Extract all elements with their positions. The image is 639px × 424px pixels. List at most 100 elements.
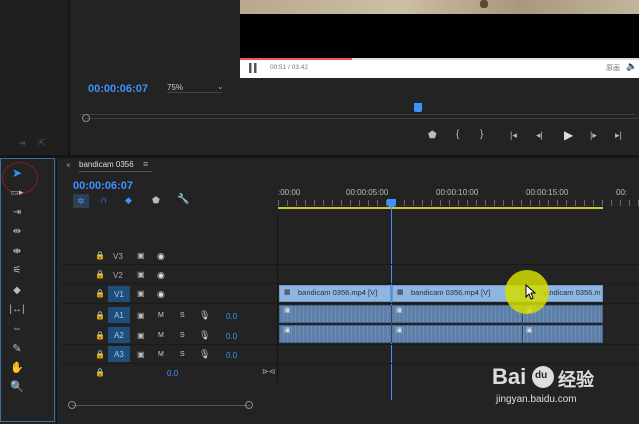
insert-icon[interactable]: ⇥ <box>18 138 26 149</box>
timeline-scroll-handle-left[interactable] <box>68 401 76 409</box>
wrench-icon[interactable]: 🔧 <box>177 194 189 205</box>
track-select-tool-icon[interactable]: ▭▸ <box>8 184 26 200</box>
play-icon[interactable]: ▶ <box>564 128 573 142</box>
sync-a1-icon[interactable]: ▣ <box>137 311 145 320</box>
program-timecode[interactable]: 00:00:06:07 <box>88 83 148 95</box>
sync-v3-icon[interactable]: ▣ <box>137 251 145 260</box>
quality-label[interactable]: 原画 <box>606 63 620 73</box>
add-marker-timeline-icon[interactable]: ◆ <box>125 195 132 206</box>
video-clip-1[interactable]: ▦ bandicam 0356.mp4 [V] <box>279 285 391 302</box>
mark-out-icon[interactable]: } <box>480 129 483 140</box>
fx-icon: ▦ <box>397 289 404 296</box>
sequence-menu-icon[interactable]: ≡ <box>143 159 148 169</box>
track-a1-label[interactable]: A1 <box>108 307 130 323</box>
export-icon[interactable]: ⇱ <box>38 138 46 149</box>
mic-a3-icon[interactable]: 🎙 <box>199 349 210 360</box>
lock-a1-icon[interactable]: 🔒 <box>95 311 105 320</box>
fx-icon: ▣ <box>284 307 291 314</box>
eye-v3-icon[interactable]: ◉ <box>157 251 165 262</box>
hand-tool-icon[interactable]: ✋ <box>8 359 26 375</box>
zoom-tool-icon[interactable]: 🔍 <box>8 378 26 394</box>
lock-v1-icon[interactable]: 🔒 <box>95 289 105 298</box>
work-area-bar[interactable] <box>278 207 603 209</box>
pause-icon[interactable] <box>248 63 258 73</box>
a3-volume[interactable]: 0.0 <box>226 351 237 360</box>
step-back-icon[interactable]: ◂| <box>536 130 543 141</box>
track-a3-label[interactable]: A3 <box>108 346 130 362</box>
monitor-scroll-handle[interactable] <box>82 114 90 122</box>
pen-tool-icon[interactable]: ⇔ <box>8 320 26 336</box>
volume-icon[interactable]: 🔈 <box>626 61 637 72</box>
selection-tool-icon[interactable]: ➤ <box>8 165 26 181</box>
baidu-jingyan-text: 经验 <box>558 370 594 390</box>
monitor-scrub-ruler[interactable] <box>80 106 635 115</box>
ripple-edit-tool-icon[interactable]: ⇥ <box>8 204 26 220</box>
add-marker-icon[interactable]: ⬟ <box>428 130 437 141</box>
audio-clip-a2[interactable] <box>279 325 603 343</box>
audio-clip-a1[interactable] <box>279 305 603 323</box>
track-v1-label[interactable]: V1 <box>108 286 130 302</box>
go-to-in-icon[interactable]: |◂ <box>510 130 517 141</box>
a2-volume[interactable]: 0.0 <box>226 332 237 341</box>
go-to-out-icon[interactable]: ▸| <box>615 130 622 141</box>
sync-v1-icon[interactable]: ▣ <box>137 289 145 298</box>
slide-tool-icon[interactable]: |↔| <box>8 301 26 317</box>
baidu-url: jingyan.baidu.com <box>496 394 577 405</box>
a1-volume[interactable]: 0.0 <box>226 312 237 321</box>
mute-a3-button[interactable]: M <box>158 351 164 358</box>
eye-v1-icon[interactable]: ◉ <box>157 289 165 300</box>
mouse-cursor-icon <box>525 283 537 305</box>
lock-a3-icon[interactable]: 🔒 <box>95 350 105 359</box>
mute-a1-button[interactable]: M <box>158 312 164 319</box>
pencil-tool-icon[interactable]: ✎ <box>8 340 26 356</box>
mute-a2-button[interactable]: M <box>158 332 164 339</box>
timeline-scroll-handle-right[interactable] <box>245 401 253 409</box>
eye-v2-icon[interactable]: ◉ <box>157 270 165 281</box>
mic-a2-icon[interactable]: 🎙 <box>199 330 210 341</box>
timeline-ruler[interactable]: :00:00 00:00:05:00 00:00:10:00 00:00:15:… <box>278 180 639 212</box>
zoom-chevron-down-icon[interactable]: ⌄ <box>217 82 224 91</box>
sync-a2-icon[interactable]: ▣ <box>137 331 145 340</box>
snap-icon[interactable]: ✲ <box>73 194 89 208</box>
rolling-edit-tool-icon[interactable]: ⇹ <box>8 223 26 239</box>
sequence-timecode[interactable]: 00:00:06:07 <box>73 180 133 192</box>
zoom-select[interactable]: 75% <box>167 83 222 93</box>
sync-a3-icon[interactable]: ▣ <box>137 350 145 359</box>
close-sequence-icon[interactable]: × <box>66 161 71 170</box>
razor-tool-icon[interactable]: ⚟ <box>8 262 26 278</box>
solo-a1-button[interactable]: S <box>180 312 185 319</box>
track-v2-label[interactable]: V2 <box>113 271 123 280</box>
fx-icon: ▣ <box>396 327 403 334</box>
lane-divider <box>60 264 639 265</box>
player-time: 00:51 / 03:42 <box>270 64 308 71</box>
linked-selection-icon[interactable]: ∩ <box>100 195 107 206</box>
marker-icon[interactable]: ⬟ <box>152 195 160 206</box>
timeline-scroll-track[interactable] <box>72 405 250 406</box>
track-v3-label[interactable]: V3 <box>113 252 123 261</box>
mic-a1-icon[interactable]: 🎙 <box>199 310 210 321</box>
fx-icon: ▣ <box>284 327 291 334</box>
lock-v3-icon[interactable]: 🔒 <box>95 251 105 260</box>
program-monitor: 00:51 / 03:42 原画 🔈 00:00:06:07 75% ⌄ ⬟ {… <box>70 0 639 155</box>
master-volume[interactable]: 0.0 <box>167 369 178 378</box>
mark-in-icon[interactable]: { <box>456 129 459 140</box>
ruler-ticks <box>278 200 639 206</box>
step-forward-icon[interactable]: |▸ <box>590 130 597 141</box>
lock-v2-icon[interactable]: 🔒 <box>95 270 105 279</box>
solo-a2-button[interactable]: S <box>180 332 185 339</box>
video-image <box>240 0 639 14</box>
go-to-end-icon[interactable]: ⊳⊲ <box>262 367 275 376</box>
fx-icon: ▣ <box>526 327 533 334</box>
sync-v2-icon[interactable]: ▣ <box>137 270 145 279</box>
ruler-label-15s: 00:00:15:00 <box>526 188 569 197</box>
solo-a3-button[interactable]: S <box>180 351 185 358</box>
lock-master-icon[interactable]: 🔒 <box>95 368 105 377</box>
clip-2-label: bandicam 0356.mp4 [V] <box>411 288 491 297</box>
rate-stretch-tool-icon[interactable]: ⇼ <box>8 243 26 259</box>
sequence-tab[interactable]: bandicam 0356 <box>79 160 134 169</box>
video-clip-2[interactable]: ▦ bandicam 0356.mp4 [V] <box>392 285 522 302</box>
lock-a2-icon[interactable]: 🔒 <box>95 331 105 340</box>
slip-tool-icon[interactable]: ◆ <box>8 282 26 298</box>
track-a2-label[interactable]: A2 <box>108 327 130 343</box>
monitor-scroll-track[interactable] <box>84 118 639 119</box>
